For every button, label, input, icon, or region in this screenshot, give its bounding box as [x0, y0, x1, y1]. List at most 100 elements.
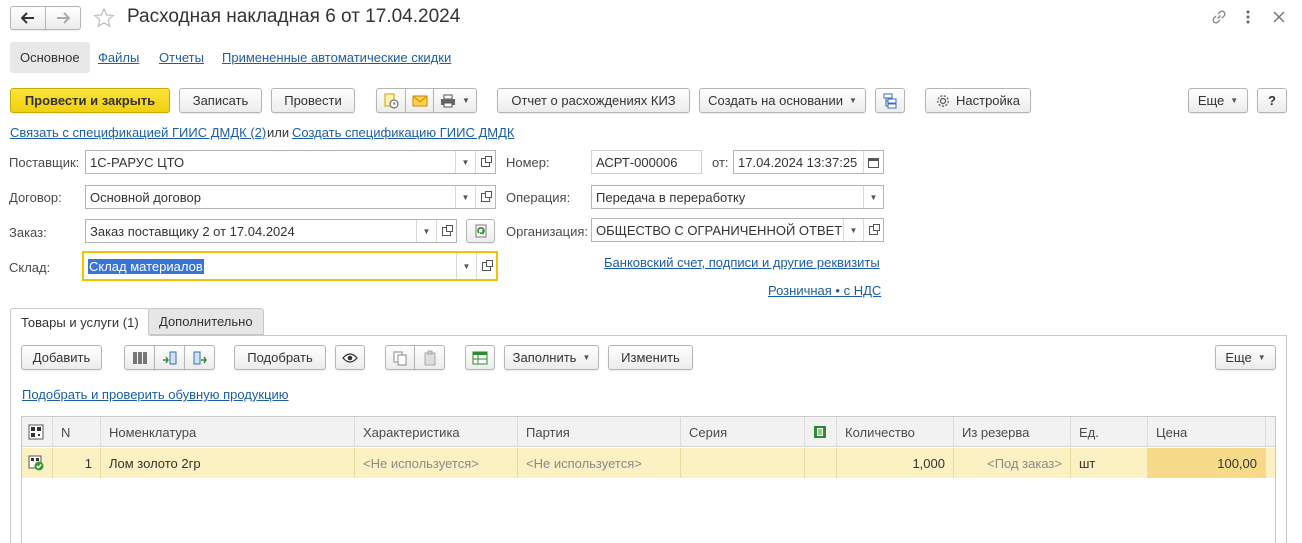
col-reserve[interactable]: Из резерва: [954, 417, 1071, 447]
copy-button[interactable]: [385, 345, 415, 370]
show-button[interactable]: [335, 345, 365, 370]
pick-button[interactable]: Подобрать: [234, 345, 326, 370]
open-icon[interactable]: [863, 219, 883, 241]
kebab-menu-icon[interactable]: [1243, 9, 1253, 25]
back-button[interactable]: [10, 6, 46, 30]
col-batch[interactable]: Партия: [518, 417, 681, 447]
tab-main[interactable]: Основное: [10, 42, 90, 73]
col-series[interactable]: Серия: [681, 417, 805, 447]
row-item[interactable]: Лом золото 2гр: [101, 448, 355, 478]
row-price[interactable]: 100,00: [1148, 448, 1266, 478]
goods-table[interactable]: N Номенклатура Характеристика Партия Сер…: [21, 416, 1276, 543]
col-characteristic[interactable]: Характеристика: [355, 417, 518, 447]
link-icon[interactable]: [1210, 8, 1228, 26]
open-icon[interactable]: [475, 186, 495, 208]
tab-additional[interactable]: Дополнительно: [148, 308, 264, 335]
table-layout-button[interactable]: [465, 345, 495, 370]
shoe-products-link[interactable]: Подобрать и проверить обувную продукцию: [22, 387, 289, 402]
row-batch[interactable]: <Не используется>: [518, 448, 681, 478]
star-icon[interactable]: [93, 7, 115, 29]
link-gis-spec[interactable]: Связать с спецификацией ГИИС ДМДК (2): [10, 125, 266, 140]
organization-field[interactable]: ОБЩЕСТВО С ОГРАНИЧЕННОЙ ОТВЕТ ▼: [591, 218, 884, 242]
row-characteristic[interactable]: <Не используется>: [355, 448, 518, 478]
marking-ok-icon: [28, 455, 44, 471]
kiz-report-button[interactable]: Отчет о расхождениях КИЗ: [497, 88, 690, 113]
operation-field[interactable]: Передача в переработку ▼: [591, 185, 884, 209]
paste-icon: [424, 350, 435, 365]
close-icon[interactable]: [1273, 11, 1285, 23]
order-field[interactable]: Заказ поставщику 2 от 17.04.2024 ▼: [85, 219, 457, 243]
supplier-field[interactable]: 1С-РАРУС ЦТО ▼: [85, 150, 496, 174]
col-next[interactable]: [1266, 417, 1277, 447]
change-button[interactable]: Изменить: [608, 345, 693, 370]
more-button[interactable]: Еще ▼: [1188, 88, 1248, 113]
save-button[interactable]: Записать: [179, 88, 262, 113]
arrow-right-icon: [57, 12, 70, 24]
barcode-scan-button[interactable]: [124, 345, 155, 370]
organization-label: Организация:: [506, 224, 589, 239]
warehouse-value: Склад материалов: [88, 258, 204, 274]
settings-button[interactable]: Настройка: [925, 88, 1031, 113]
email-button[interactable]: [405, 88, 434, 113]
refresh-document-icon: [475, 224, 486, 238]
open-icon[interactable]: [476, 253, 496, 279]
contract-field[interactable]: Основной договор ▼: [85, 185, 496, 209]
tab-reports[interactable]: Отчеты: [159, 50, 204, 65]
table-more-button[interactable]: Еще ▼: [1215, 345, 1276, 370]
chevron-down-icon[interactable]: ▼: [455, 151, 475, 173]
row-unit[interactable]: шт: [1071, 448, 1148, 478]
create-based-on-button[interactable]: Создать на основании ▼: [699, 88, 866, 113]
bank-details-link[interactable]: Банковский счет, подписи и другие реквиз…: [604, 255, 880, 270]
post-and-close-button[interactable]: Провести и закрыть: [10, 88, 170, 113]
row-qty[interactable]: 1,000: [837, 448, 954, 478]
tsd-load-button[interactable]: [154, 345, 185, 370]
supplier-label: Поставщик:: [9, 155, 80, 170]
row-series[interactable]: [681, 448, 805, 478]
link-create-gis-spec[interactable]: Создать спецификацию ГИИС ДМДК: [292, 125, 514, 140]
order-label: Заказ:: [9, 225, 47, 240]
date-field[interactable]: 17.04.2024 13:37:25: [733, 150, 884, 174]
print-button[interactable]: ▼: [433, 88, 477, 113]
chevron-down-icon[interactable]: ▼: [455, 186, 475, 208]
date-label: от:: [712, 155, 729, 170]
paste-button[interactable]: [414, 345, 445, 370]
col-n[interactable]: N: [53, 417, 101, 447]
open-icon[interactable]: [436, 220, 456, 242]
row-reserve[interactable]: <Под заказ>: [954, 448, 1071, 478]
structure-button[interactable]: [875, 88, 905, 113]
tab-discounts[interactable]: Примененные автоматические скидки: [222, 50, 451, 65]
table-row[interactable]: 1 Лом золото 2гр <Не используется> <Не и…: [22, 448, 1275, 478]
document-history-button[interactable]: [376, 88, 406, 113]
help-button[interactable]: ?: [1257, 88, 1287, 113]
number-field[interactable]: АСРТ-000006: [591, 150, 702, 174]
chevron-down-icon: ▼: [582, 353, 591, 362]
fill-button[interactable]: Заполнить ▼: [504, 345, 599, 370]
add-row-button[interactable]: Добавить: [21, 345, 102, 370]
tab-goods[interactable]: Товары и услуги (1): [10, 308, 150, 336]
calendar-icon[interactable]: [863, 151, 883, 173]
tab-files[interactable]: Файлы: [98, 50, 139, 65]
row-status-cell[interactable]: [22, 448, 53, 478]
chevron-down-icon[interactable]: ▼: [843, 219, 863, 241]
warehouse-field[interactable]: Склад материалов ▼: [82, 251, 498, 281]
col-item[interactable]: Номенклатура: [101, 417, 355, 447]
row-n[interactable]: 1: [53, 448, 101, 478]
date-value: 17.04.2024 13:37:25: [738, 154, 858, 170]
col-qty[interactable]: Количество: [837, 417, 954, 447]
open-icon[interactable]: [475, 151, 495, 173]
col-unit[interactable]: Ед.: [1071, 417, 1148, 447]
contract-value: Основной договор: [90, 189, 201, 205]
col-price[interactable]: Цена: [1148, 417, 1266, 447]
tsd-upload-button[interactable]: [184, 345, 215, 370]
chevron-down-icon[interactable]: ▼: [416, 220, 436, 242]
row-series-flag[interactable]: [805, 448, 837, 478]
forward-button[interactable]: [45, 6, 81, 30]
col-series-flag[interactable]: [805, 417, 837, 447]
post-button[interactable]: Провести: [271, 88, 355, 113]
fill-from-order-button[interactable]: [466, 219, 495, 243]
row-next[interactable]: [1266, 448, 1282, 478]
col-marking[interactable]: [22, 417, 53, 447]
price-type-link[interactable]: Розничная • с НДС: [768, 283, 881, 298]
chevron-down-icon[interactable]: ▼: [863, 186, 883, 208]
chevron-down-icon[interactable]: ▼: [456, 253, 476, 279]
